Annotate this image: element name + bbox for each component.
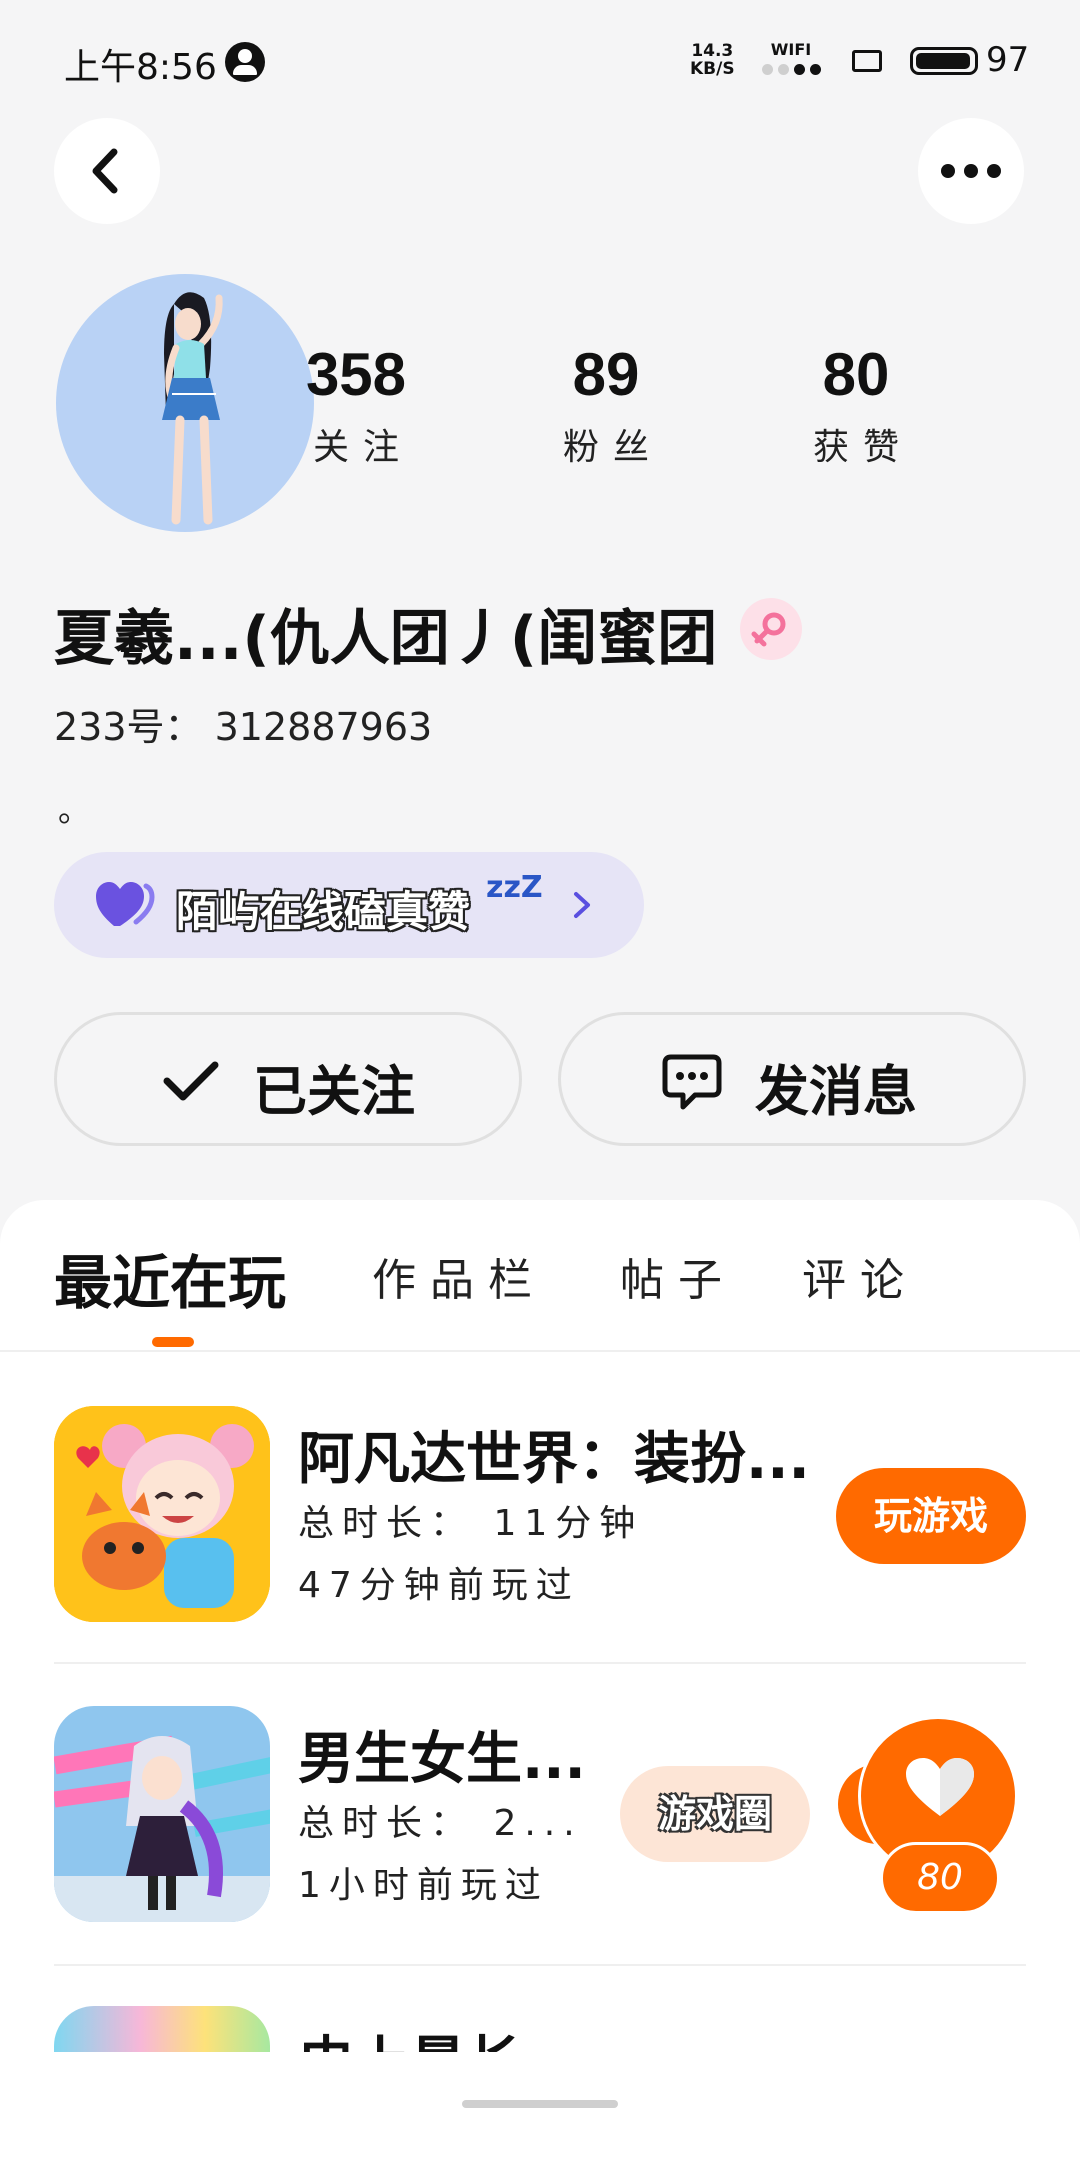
network-speed-unit: KB/S — [690, 59, 735, 79]
follow-label: 已关注 — [253, 1060, 415, 1123]
like-count: 80 — [880, 1842, 1000, 1914]
user-account-icon — [225, 42, 265, 82]
stat-followers-label: 粉丝 — [562, 427, 663, 468]
tab-divider — [0, 1350, 1080, 1352]
heart-icon — [906, 1758, 974, 1816]
home-indicator[interactable] — [462, 2100, 618, 2108]
stat-followers-value: 89 — [572, 341, 640, 408]
profile-page: 上午8:56 14.3 KB/S WIFI 97 358 关注 89 粉丝 80… — [0, 0, 1080, 2160]
more-dots-icon — [941, 164, 1001, 178]
chevron-right-icon — [574, 892, 590, 918]
female-gender-icon — [740, 598, 802, 660]
group-label: 陌屿在线磕真赞 — [176, 887, 471, 936]
status-bar: 上午8:56 14.3 KB/S WIFI 97 — [0, 0, 1080, 120]
group-badge-button[interactable]: 陌屿在线磕真赞 zzZ — [54, 852, 644, 958]
game-circle-button[interactable]: 游戏圈 — [620, 1766, 810, 1862]
row-divider — [54, 1964, 1026, 1966]
sleep-zzz-icon: zzZ — [486, 870, 543, 905]
game-title-1[interactable]: 阿凡达世界：装扮... — [298, 1414, 810, 1495]
stat-likes[interactable]: 80 获赞 — [756, 338, 956, 470]
chevron-left-icon — [92, 148, 118, 194]
game-last-played-1: 47分钟前玩过 — [298, 1565, 580, 1606]
game-last-played-2: 1小时前玩过 — [298, 1865, 549, 1906]
network-speed-value: 14.3 — [691, 41, 734, 61]
play-game-button[interactable]: 玩游戏 — [836, 1468, 1026, 1564]
more-button[interactable] — [918, 118, 1024, 224]
check-icon — [163, 1061, 219, 1101]
battery-icon — [910, 47, 978, 75]
heart-icon — [96, 882, 155, 926]
stat-following-value: 358 — [305, 341, 407, 408]
message-button[interactable]: 发消息 — [558, 1012, 1026, 1146]
tab-posts[interactable]: 帖子 — [620, 1244, 736, 1308]
stat-likes-value: 80 — [822, 341, 890, 408]
stat-likes-label: 获赞 — [812, 427, 913, 468]
tab-comments[interactable]: 评论 — [802, 1244, 918, 1308]
follow-button[interactable]: 已关注 — [54, 1012, 522, 1146]
game-icon-avatar-world[interactable] — [54, 1406, 270, 1622]
stat-following-label: 关注 — [312, 427, 413, 468]
row-divider — [54, 1662, 1026, 1664]
tab-recently-played[interactable]: 最近在玩 — [54, 1236, 286, 1320]
user-id: 233号： 312887963 — [54, 705, 433, 749]
battery-level: 97 — [986, 40, 1030, 80]
screen-icon — [852, 50, 882, 72]
message-label: 发消息 — [755, 1060, 917, 1123]
chat-bubble-icon — [662, 1054, 722, 1110]
game-icon-longest[interactable] — [54, 2006, 270, 2052]
game-duration-2: 总时长： 2... — [298, 1803, 583, 1844]
wifi-label: WIFI — [770, 40, 812, 59]
stat-followers[interactable]: 89 粉丝 — [506, 338, 706, 470]
back-button[interactable] — [54, 118, 160, 224]
game-title-2[interactable]: 男生女生... — [298, 1714, 586, 1795]
game-duration-1: 总时长： 11分钟 — [298, 1503, 644, 1544]
stat-following[interactable]: 358 关注 — [256, 338, 456, 470]
wifi-icon: WIFI — [756, 40, 826, 80]
network-speed: 14.3 KB/S — [690, 42, 735, 78]
username: 夏羲...(仇人团丿(闺蜜团 — [54, 604, 718, 674]
status-time: 上午8:56 — [64, 47, 217, 88]
active-tab-indicator — [152, 1337, 194, 1347]
game-icon-boys-girls[interactable] — [54, 1706, 270, 1922]
tab-works[interactable]: 作品栏 — [372, 1244, 546, 1308]
bio: 。 — [58, 791, 91, 829]
